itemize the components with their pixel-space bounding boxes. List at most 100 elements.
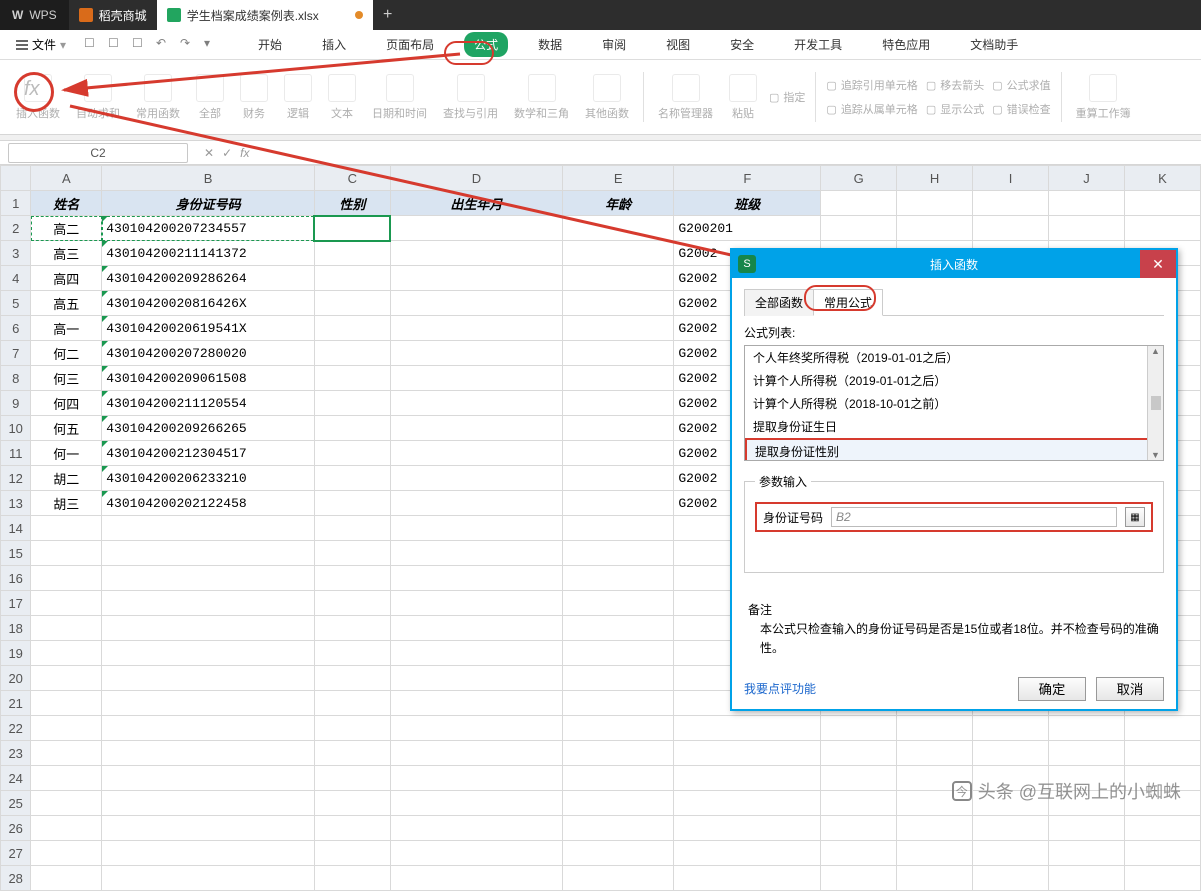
col-header[interactable]: G [821, 166, 897, 191]
cell[interactable] [562, 316, 673, 341]
cell[interactable] [674, 866, 821, 891]
cell-id[interactable]: 430104200209266265 [102, 416, 315, 441]
cell[interactable] [31, 766, 102, 791]
cell[interactable] [390, 416, 562, 441]
cell[interactable] [562, 816, 673, 841]
cell[interactable] [390, 541, 562, 566]
row-header[interactable]: 17 [1, 591, 31, 616]
row-header[interactable]: 9 [1, 391, 31, 416]
cell[interactable] [821, 216, 897, 241]
cell[interactable] [102, 591, 315, 616]
cell[interactable] [314, 241, 390, 266]
cell-name[interactable]: 高二 [31, 216, 102, 241]
header-cell[interactable]: 班级 [674, 191, 821, 216]
cell[interactable] [102, 691, 315, 716]
cell[interactable] [897, 741, 973, 766]
financial-button[interactable]: 财务 [232, 70, 276, 125]
cell[interactable] [314, 866, 390, 891]
cell-id[interactable]: 430104200207234557 [102, 216, 315, 241]
list-scrollbar[interactable]: ▲▼ [1147, 346, 1163, 460]
cell[interactable] [562, 441, 673, 466]
header-cell[interactable]: 性别 [314, 191, 390, 216]
math-button[interactable]: 数学和三角 [506, 70, 577, 125]
tab-devtools[interactable]: 开发工具 [784, 32, 852, 57]
cell[interactable] [1049, 741, 1125, 766]
cell[interactable] [1124, 741, 1200, 766]
cell[interactable] [973, 816, 1049, 841]
col-header[interactable]: K [1124, 166, 1200, 191]
formula-list[interactable]: 个人年终奖所得税（2019-01-01之后） 计算个人所得税（2019-01-0… [744, 345, 1164, 461]
cell[interactable] [390, 866, 562, 891]
cell[interactable] [821, 741, 897, 766]
cell[interactable] [562, 366, 673, 391]
cell-id[interactable]: 43010420020816426X [102, 291, 315, 316]
cell[interactable] [390, 766, 562, 791]
cell[interactable] [562, 291, 673, 316]
cell[interactable] [390, 841, 562, 866]
row-header[interactable]: 22 [1, 716, 31, 741]
tab-store[interactable]: 稻壳商城 [69, 0, 157, 30]
cell[interactable] [31, 716, 102, 741]
cell[interactable] [390, 566, 562, 591]
cell[interactable] [562, 216, 673, 241]
cell[interactable] [1124, 716, 1200, 741]
cell[interactable] [31, 541, 102, 566]
row-header[interactable]: 19 [1, 641, 31, 666]
cell[interactable] [1049, 866, 1125, 891]
cell-id[interactable]: 430104200211120554 [102, 391, 315, 416]
list-item[interactable]: 计算个人所得税（2018-10-01之前） [745, 392, 1163, 415]
cell[interactable] [390, 616, 562, 641]
tab-pagelayout[interactable]: 页面布局 [376, 32, 444, 57]
dialog-titlebar[interactable]: S 插入函数 ✕ [732, 250, 1176, 278]
cell[interactable] [562, 766, 673, 791]
cell[interactable] [390, 466, 562, 491]
paste-button[interactable]: 粘贴 [721, 70, 765, 125]
cell[interactable] [31, 641, 102, 666]
cell[interactable] [821, 791, 897, 816]
qat-more-icon[interactable]: ▾ [204, 36, 222, 54]
cell[interactable] [897, 716, 973, 741]
cell[interactable] [821, 816, 897, 841]
cell[interactable] [314, 541, 390, 566]
dialog-close-button[interactable]: ✕ [1140, 250, 1176, 278]
cell[interactable] [821, 766, 897, 791]
row-header[interactable]: 26 [1, 816, 31, 841]
feedback-link[interactable]: 我要点评功能 [744, 680, 816, 697]
cell[interactable] [31, 841, 102, 866]
cell[interactable] [562, 391, 673, 416]
cell-name[interactable]: 何四 [31, 391, 102, 416]
cell[interactable] [1049, 816, 1125, 841]
cell[interactable] [314, 266, 390, 291]
row-header[interactable]: 23 [1, 741, 31, 766]
col-header[interactable]: H [897, 166, 973, 191]
cell[interactable] [390, 666, 562, 691]
evaluate-formula-button[interactable]: ▢ 公式求值 [988, 75, 1054, 95]
cell[interactable] [1049, 216, 1125, 241]
row-header[interactable]: 7 [1, 341, 31, 366]
cell[interactable] [390, 241, 562, 266]
cell[interactable] [31, 741, 102, 766]
row-header[interactable]: 15 [1, 541, 31, 566]
qat-print-icon[interactable]: ☐ [108, 36, 126, 54]
tab-review[interactable]: 审阅 [592, 32, 636, 57]
cell[interactable] [314, 491, 390, 516]
col-header[interactable]: J [1049, 166, 1125, 191]
name-box[interactable]: C2 [8, 143, 188, 163]
qat-open-icon[interactable]: ☐ [84, 36, 102, 54]
cell[interactable] [314, 216, 390, 241]
row-header[interactable]: 21 [1, 691, 31, 716]
trace-precedents-button[interactable]: ▢ 追踪引用单元格 [822, 75, 921, 95]
cell-name[interactable]: 高四 [31, 266, 102, 291]
cell[interactable] [102, 791, 315, 816]
qat-redo-icon[interactable]: ↷ [180, 36, 198, 54]
cell-name[interactable]: 何五 [31, 416, 102, 441]
lookup-button[interactable]: 查找与引用 [435, 70, 506, 125]
cell[interactable] [31, 616, 102, 641]
list-item-selected[interactable]: 提取身份证性别 [745, 438, 1163, 461]
cell[interactable] [314, 366, 390, 391]
cell[interactable] [674, 766, 821, 791]
cell[interactable] [562, 566, 673, 591]
cell-class[interactable]: G200201 [674, 216, 821, 241]
cell-name[interactable]: 胡二 [31, 466, 102, 491]
cell[interactable] [562, 666, 673, 691]
